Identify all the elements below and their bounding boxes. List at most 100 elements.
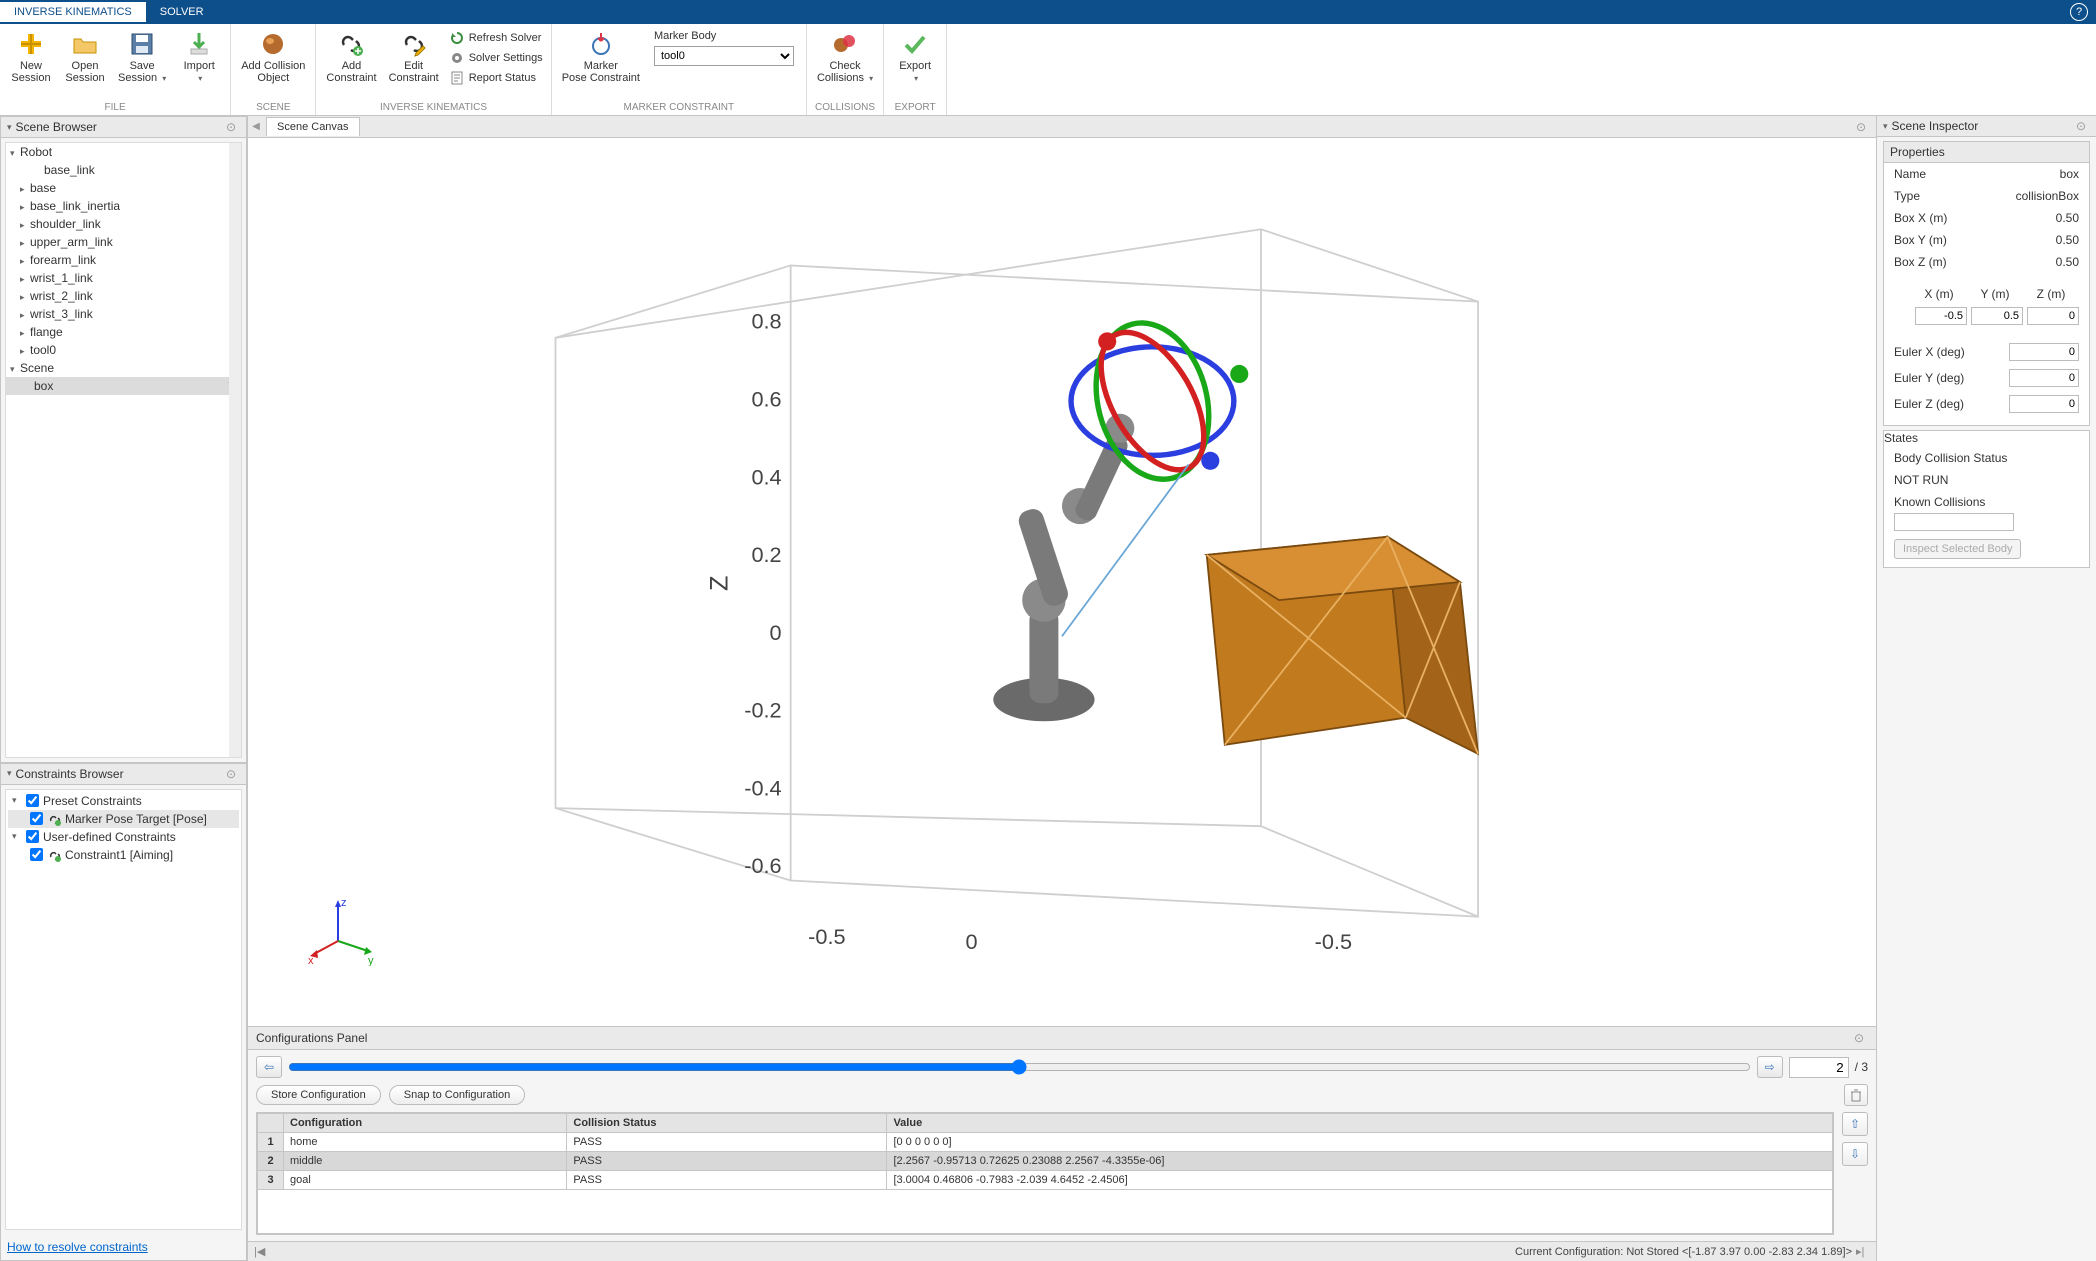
statusbar-nav-icon[interactable]: |◀ <box>254 1245 268 1258</box>
config-next-button[interactable]: ⇨ <box>1757 1056 1783 1078</box>
snap-to-configuration-button[interactable]: Snap to Configuration <box>389 1085 525 1105</box>
scene-browser-header[interactable]: ▾Scene Browser⊙ <box>1 117 246 138</box>
tree-node[interactable]: ▸wrist_3_link <box>6 305 241 323</box>
top-tabbar: INVERSE KINEMATICS SOLVER ? <box>0 0 2096 24</box>
tree-node-box[interactable]: box▾ <box>6 377 241 395</box>
checkbox[interactable] <box>26 830 39 843</box>
tree-node-robot[interactable]: ▾Robot <box>6 143 241 161</box>
constraint-item[interactable]: Marker Pose Target [Pose] <box>8 810 239 828</box>
solver-settings-button[interactable]: Solver Settings <box>449 48 543 68</box>
svg-text:-0.2: -0.2 <box>744 698 781 723</box>
export-button[interactable]: Export <box>888 26 942 89</box>
table-row[interactable]: 1homePASS[0 0 0 0 0 0] <box>258 1133 1833 1152</box>
add-constraint-button[interactable]: Add Constraint <box>320 26 382 88</box>
new-session-button[interactable]: New Session <box>4 26 58 88</box>
refresh-icon <box>449 30 465 46</box>
tree-node-scene[interactable]: ▾Scene <box>6 359 241 377</box>
scene-canvas[interactable]: 0.8 0.6 0.4 0.2 0 -0.2 -0.4 -0.6 Z -0.5 … <box>248 138 1876 1026</box>
euler-x-input[interactable] <box>2009 343 2079 361</box>
marker-icon <box>587 30 615 58</box>
save-session-button[interactable]: Save Session <box>112 26 172 89</box>
report-status-button[interactable]: Report Status <box>449 68 543 88</box>
properties-title: Properties <box>1884 142 2089 163</box>
statusbar-caret-icon[interactable]: ▸| <box>1856 1245 1870 1258</box>
marker-body-select[interactable]: tool0 <box>654 46 794 66</box>
tab-solver[interactable]: SOLVER <box>146 2 218 22</box>
gear-icon[interactable]: ⊙ <box>1856 120 1870 134</box>
tree-node[interactable]: ▸upper_arm_link <box>6 233 241 251</box>
tree-node[interactable]: base_link <box>6 161 241 179</box>
pos-y-input[interactable] <box>1971 307 2023 325</box>
scene-3d-view[interactable]: 0.8 0.6 0.4 0.2 0 -0.2 -0.4 -0.6 Z -0.5 … <box>248 138 1876 1026</box>
euler-z-input[interactable] <box>2009 395 2079 413</box>
properties-box: Properties Namebox TypecollisionBox Box … <box>1883 141 2090 426</box>
ribbon-group-ik-label: INVERSE KINEMATICS <box>320 100 546 115</box>
folder-open-icon <box>71 30 99 58</box>
table-row[interactable]: 3goalPASS[3.0004 0.46806 -0.7983 -2.039 … <box>258 1171 1833 1190</box>
inspector-header[interactable]: ▾Scene Inspector⊙ <box>1877 116 2096 137</box>
constraint-group-preset[interactable]: ▾Preset Constraints <box>8 792 239 810</box>
pos-z-input[interactable] <box>2027 307 2079 325</box>
tab-nav-prev-icon[interactable]: ◀ <box>248 121 264 132</box>
gear-icon[interactable]: ⊙ <box>2076 119 2090 133</box>
check-collisions-button[interactable]: Check Collisions <box>811 26 879 89</box>
import-icon <box>185 30 213 58</box>
tab-inverse-kinematics[interactable]: INVERSE KINEMATICS <box>0 2 146 22</box>
refresh-solver-button[interactable]: Refresh Solver <box>449 28 543 48</box>
config-table[interactable]: ConfigurationCollision StatusValue 1home… <box>256 1112 1834 1235</box>
marker-body-label: Marker Body <box>654 30 794 42</box>
axes-widget: x y z <box>308 896 378 966</box>
open-session-button[interactable]: Open Session <box>58 26 112 88</box>
constraints-tree[interactable]: ▾Preset Constraints Marker Pose Target [… <box>5 789 242 1230</box>
pos-x-input[interactable] <box>1915 307 1967 325</box>
scene-tree[interactable]: ▾Robot base_link ▸base ▸base_link_inerti… <box>5 142 242 758</box>
constraint-group-user[interactable]: ▾User-defined Constraints <box>8 828 239 846</box>
marker-pose-constraint-button[interactable]: Marker Pose Constraint <box>556 26 646 88</box>
doctab-scene-canvas[interactable]: Scene Canvas <box>266 117 360 136</box>
move-up-button[interactable]: ⇧ <box>1842 1112 1868 1136</box>
inspect-selected-body-button[interactable]: Inspect Selected Body <box>1894 539 2021 559</box>
config-prev-button[interactable]: ⇦ <box>256 1056 282 1078</box>
link-plus-icon <box>337 30 365 58</box>
known-collisions-input[interactable] <box>1894 513 2014 531</box>
gear-icon[interactable]: ⊙ <box>226 120 240 134</box>
edit-constraint-button[interactable]: Edit Constraint <box>383 26 445 88</box>
tree-node[interactable]: ▸wrist_2_link <box>6 287 241 305</box>
svg-text:0.4: 0.4 <box>751 464 781 489</box>
scrollbar[interactable] <box>229 143 241 757</box>
config-slider[interactable] <box>288 1059 1751 1075</box>
gear-icon[interactable]: ⊙ <box>226 767 240 781</box>
euler-y-input[interactable] <box>2009 369 2079 387</box>
checkbox[interactable] <box>30 812 43 825</box>
tree-node[interactable]: ▸forearm_link <box>6 251 241 269</box>
store-configuration-button[interactable]: Store Configuration <box>256 1085 381 1105</box>
svg-text:x: x <box>308 955 314 966</box>
help-icon[interactable]: ? <box>2070 3 2088 21</box>
trash-icon <box>1849 1088 1863 1102</box>
move-down-button[interactable]: ⇩ <box>1842 1142 1868 1166</box>
tree-node[interactable]: ▸flange <box>6 323 241 341</box>
svg-text:z: z <box>341 897 347 909</box>
checkbox[interactable] <box>26 794 39 807</box>
tree-node[interactable]: ▸base_link_inertia <box>6 197 241 215</box>
tree-node[interactable]: ▸tool0 <box>6 341 241 359</box>
add-collision-object-button[interactable]: Add Collision Object <box>235 26 311 88</box>
tree-node[interactable]: ▸wrist_1_link <box>6 269 241 287</box>
tree-node[interactable]: ▸base <box>6 179 241 197</box>
delete-button[interactable] <box>1844 1084 1868 1106</box>
checkbox[interactable] <box>30 848 43 861</box>
svg-text:0.8: 0.8 <box>751 309 781 334</box>
app-root: INVERSE KINEMATICS SOLVER ? New Session … <box>0 0 2096 1261</box>
right-column: ▾Scene Inspector⊙ Properties Namebox Typ… <box>1876 116 2096 1261</box>
tree-node[interactable]: ▸shoulder_link <box>6 215 241 233</box>
constraint-item[interactable]: Constraint1 [Aiming] <box>8 846 239 864</box>
gear-icon <box>449 50 465 66</box>
table-row[interactable]: 2middlePASS[2.2567 -0.95713 0.72625 0.23… <box>258 1152 1833 1171</box>
check-icon <box>901 30 929 58</box>
gear-icon[interactable]: ⊙ <box>1854 1031 1868 1045</box>
import-button[interactable]: Import <box>172 26 226 89</box>
config-page-input[interactable] <box>1789 1057 1849 1078</box>
constraints-browser-header[interactable]: ▾Constraints Browser⊙ <box>1 764 246 785</box>
help-link[interactable]: How to resolve constraints <box>7 1240 148 1254</box>
svg-text:-0.4: -0.4 <box>744 775 781 800</box>
